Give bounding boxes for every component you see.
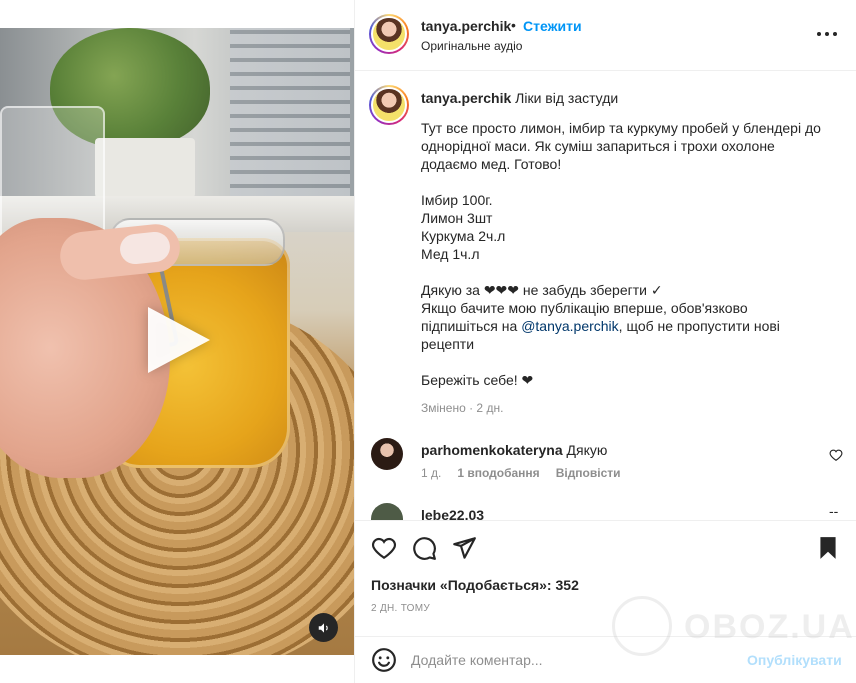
comment-item: parhomenkokateryna Дякую 1 д. 1 вподобанн… xyxy=(369,438,849,488)
post-caption: tanya.perchik Ліки від застуди Тут все п… xyxy=(421,89,831,389)
video-player[interactable] xyxy=(0,0,354,683)
commenter-username[interactable]: parhomenkokateryna xyxy=(421,442,563,458)
author-username[interactable]: tanya.perchik xyxy=(421,18,511,34)
likes-count: Позначки «Подобається»: 352 xyxy=(371,577,579,593)
post-panel: tanya.perchik • Стежити Оригінальне ауді… xyxy=(354,0,856,683)
media-bottom-bar xyxy=(0,655,354,683)
comment-composer: Опублікувати xyxy=(355,636,856,683)
mention-link[interactable]: @tanya.perchik xyxy=(521,318,618,334)
caption-title: Ліки від застуди xyxy=(515,90,619,106)
caption-line: Бережіть себе! ❤ xyxy=(421,372,534,388)
reply-button[interactable]: Відповісти xyxy=(556,466,621,480)
caption-line: додаємо мед. Готово! xyxy=(421,156,562,172)
ingredient-line: Куркума 2ч.л xyxy=(421,228,506,244)
media-top-bar xyxy=(0,0,354,28)
caption-username[interactable]: tanya.perchik xyxy=(421,90,511,106)
emoji-icon[interactable] xyxy=(371,647,397,673)
like-heart-icon[interactable] xyxy=(371,535,397,561)
separator-dot: • xyxy=(511,17,516,33)
building-background xyxy=(230,28,350,198)
caption-line: Якщо бачите мою публікацію вперше, обов'… xyxy=(421,300,748,316)
heart-icon[interactable] xyxy=(829,448,843,462)
share-send-icon[interactable] xyxy=(451,535,477,561)
caption-avatar[interactable] xyxy=(369,85,409,125)
post-actions: Позначки «Подобається»: 352 2 ДН. ТОМУ xyxy=(355,520,856,624)
commenter-username[interactable]: lebe22.03 xyxy=(421,507,484,520)
audio-toggle-button[interactable] xyxy=(309,613,338,642)
comment-input[interactable] xyxy=(411,647,741,673)
ingredient-line: Імбир 100г. xyxy=(421,192,493,208)
caption-text: , щоб не пропустити нові xyxy=(618,318,780,334)
likes-number[interactable]: 352 xyxy=(556,577,579,593)
original-audio-link[interactable]: Оригінальне аудіо xyxy=(421,39,522,53)
comment-likes[interactable]: 1 вподобання xyxy=(457,466,539,480)
ingredient-line: Лимон 3шт xyxy=(421,210,493,226)
ingredient-line: Мед 1ч.л xyxy=(421,246,480,262)
comments-scroll-area[interactable]: tanya.perchik Ліки від застуди Тут все п… xyxy=(355,71,856,520)
more-options-icon[interactable] xyxy=(817,24,837,44)
publish-button[interactable]: Опублікувати xyxy=(747,652,842,668)
post-time[interactable]: 2 ДН. ТОМУ xyxy=(371,603,430,614)
post-header: tanya.perchik • Стежити Оригінальне ауді… xyxy=(355,0,856,71)
comment-text: Дякую xyxy=(566,442,608,458)
follow-button[interactable]: Стежити xyxy=(523,18,582,34)
bookmark-icon[interactable] xyxy=(815,535,841,561)
comment-age[interactable]: 1 д. xyxy=(421,466,441,480)
speaker-icon xyxy=(318,622,328,633)
commenter-avatar[interactable] xyxy=(371,503,403,520)
comment-bubble-icon[interactable] xyxy=(411,535,437,561)
caption-line: рецепти xyxy=(421,336,475,352)
flower-pot xyxy=(95,138,195,198)
commenter-avatar[interactable] xyxy=(371,438,403,470)
author-avatar[interactable] xyxy=(369,14,409,54)
comment-more[interactable]: -- xyxy=(829,503,838,519)
caption-line: Тут все просто лимон, імбир та куркуму п… xyxy=(421,120,821,136)
caption-text: підпишіться на xyxy=(421,318,522,334)
caption-line: Дякую за ❤❤❤ не забудь зберегти ✓ xyxy=(421,282,663,298)
play-icon[interactable] xyxy=(148,307,210,373)
comment-item: lebe22.03 -- xyxy=(369,503,849,520)
caption-line: однорідної маси. Як суміш запариться і т… xyxy=(421,138,775,154)
edited-timestamp: Змінено · 2 дн. xyxy=(421,401,504,415)
likes-label[interactable]: Позначки «Подобається»: xyxy=(371,577,552,593)
